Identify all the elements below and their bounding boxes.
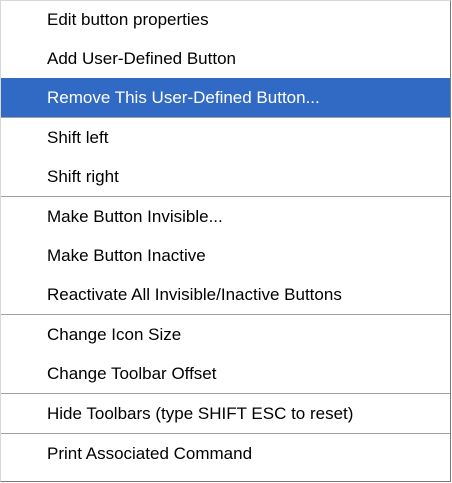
menu-item-add-user-defined-button[interactable]: Add User-Defined Button — [1, 39, 450, 78]
menu-item-change-icon-size[interactable]: Change Icon Size — [1, 315, 450, 354]
menu-item-remove-user-defined-button[interactable]: Remove This User-Defined Button... — [1, 78, 450, 117]
menu-group-shift: Shift left Shift right — [1, 118, 450, 197]
menu-item-make-button-inactive[interactable]: Make Button Inactive — [1, 236, 450, 275]
menu-item-shift-right[interactable]: Shift right — [1, 157, 450, 196]
menu-group-hide-toolbars: Hide Toolbars (type SHIFT ESC to reset) — [1, 394, 450, 434]
toolbar-button-context-menu: Edit button properties Add User-Defined … — [0, 0, 451, 482]
menu-item-edit-button-properties[interactable]: Edit button properties — [1, 1, 450, 39]
menu-item-reactivate-all-buttons[interactable]: Reactivate All Invisible/Inactive Button… — [1, 275, 450, 314]
menu-item-print-associated-command[interactable]: Print Associated Command — [1, 434, 450, 473]
menu-item-hide-toolbars[interactable]: Hide Toolbars (type SHIFT ESC to reset) — [1, 394, 450, 433]
menu-item-shift-left[interactable]: Shift left — [1, 118, 450, 157]
menu-group-visibility: Make Button Invisible... Make Button Ina… — [1, 197, 450, 315]
menu-group-button-edit: Edit button properties Add User-Defined … — [1, 1, 450, 118]
menu-item-change-toolbar-offset[interactable]: Change Toolbar Offset — [1, 354, 450, 393]
menu-group-toolbar-layout: Change Icon Size Change Toolbar Offset — [1, 315, 450, 394]
menu-group-print: Print Associated Command — [1, 434, 450, 473]
menu-item-make-button-invisible[interactable]: Make Button Invisible... — [1, 197, 450, 236]
